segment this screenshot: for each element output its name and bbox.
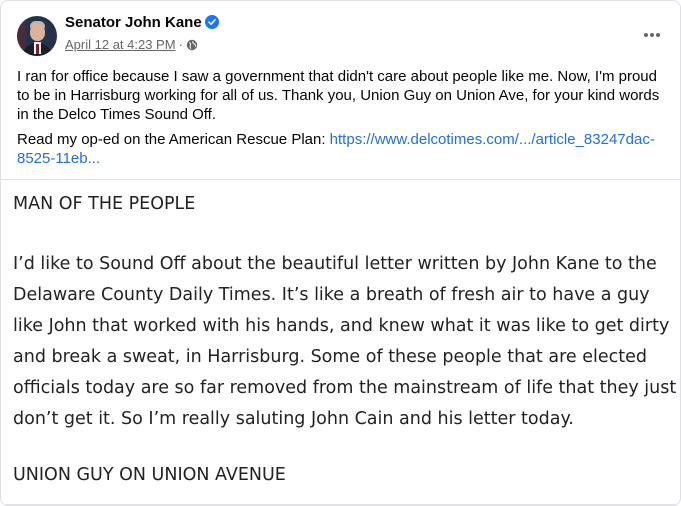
author-avatar[interactable]: [17, 16, 57, 56]
post-header: Senator John Kane April 12 at 4:23 PM ·: [17, 14, 660, 58]
caption-paragraph: I ran for office because I saw a governm…: [17, 68, 660, 123]
oped-prefix: Read my op-ed on the American Rescue Pla…: [17, 131, 330, 148]
author-name[interactable]: Senator John Kane: [65, 14, 202, 31]
article-body: I’d like to Sound Off about the beautifu…: [13, 254, 677, 429]
post-timestamp[interactable]: April 12 at 4:23 PM: [65, 37, 176, 52]
bottom-divider: [1, 504, 680, 505]
article-headline: MAN OF THE PEOPLE: [13, 194, 196, 214]
post-meta: April 12 at 4:23 PM ·: [65, 37, 198, 54]
caption-divider: [1, 179, 680, 180]
globe-icon[interactable]: [186, 39, 198, 54]
post-caption: I ran for office because I saw a governm…: [17, 67, 662, 174]
more-options-icon: [643, 25, 661, 43]
more-options-button[interactable]: [634, 16, 670, 52]
shared-article-image[interactable]: MAN OF THE PEOPLE I’d like to Sound Off …: [13, 189, 678, 491]
author-line: Senator John Kane: [65, 14, 219, 34]
meta-separator: ·: [178, 37, 183, 52]
verified-badge-icon: [204, 15, 219, 29]
oped-line: Read my op-ed on the American Rescue Pla…: [17, 130, 662, 168]
facebook-post: Senator John Kane April 12 at 4:23 PM · I…: [0, 0, 681, 506]
article-signature: UNION GUY ON UNION AVENUE: [13, 465, 286, 485]
